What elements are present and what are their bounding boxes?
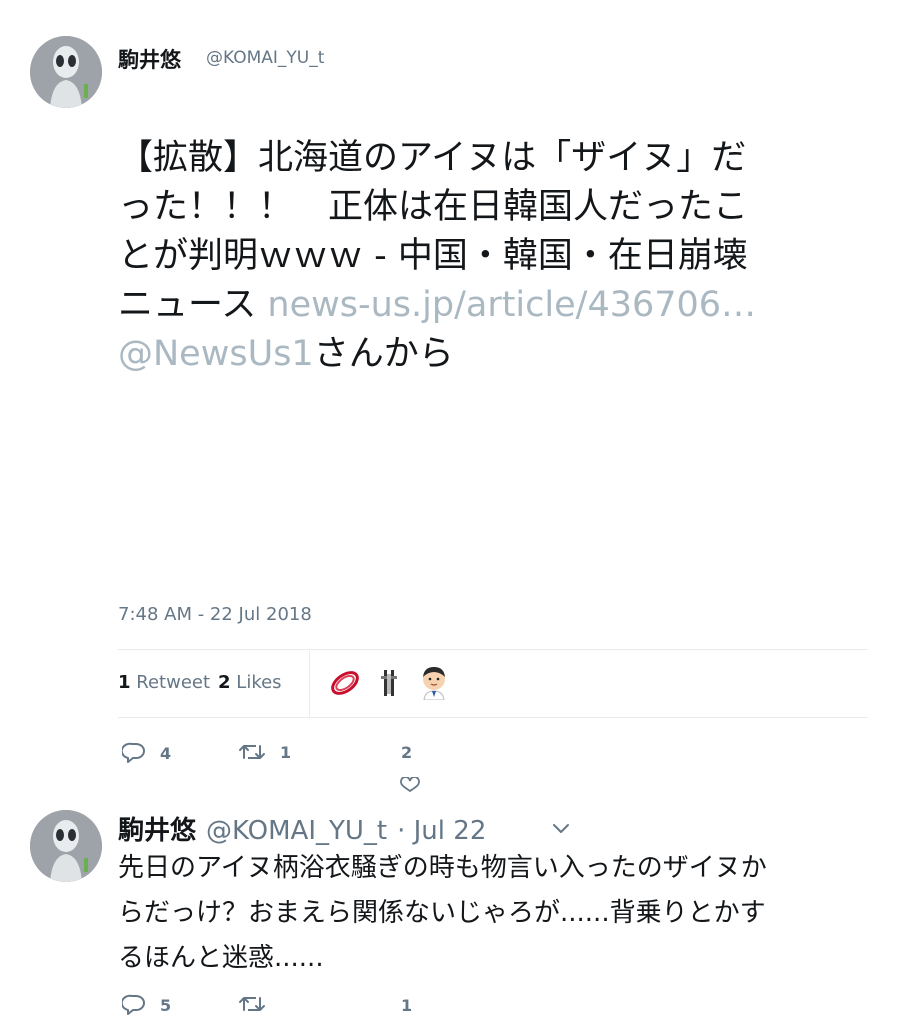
like-count[interactable]: 1	[401, 996, 412, 1015]
liker-avatar[interactable]	[372, 666, 406, 700]
retweet-icon	[239, 745, 265, 759]
author-name[interactable]: 駒井悠	[118, 44, 181, 74]
tweet-text-line: った！！！ 正体は在日韓国人だったこ	[118, 187, 749, 227]
stats-separator	[309, 651, 310, 717]
liker-avatar[interactable]	[328, 666, 362, 700]
retweet-button[interactable]	[238, 994, 266, 1014]
tweet-text: 【拡散】北海道のアイヌは「ザイヌ」だ った！！！ 正体は在日韓国人だったこ とが…	[118, 134, 756, 379]
reply-icon	[122, 742, 145, 763]
reply-author-avatar[interactable]	[30, 810, 102, 882]
tweet-text-line: 先日のアイヌ柄浴衣騒ぎの時も物言い入ったのザイヌか	[118, 853, 767, 883]
ring-logo-image	[331, 671, 359, 695]
like-stat[interactable]: 2 Likes	[218, 672, 282, 693]
figure-avatar-image	[372, 666, 406, 700]
reply-count: 5	[160, 995, 172, 1015]
tweet-text-line: ニュース news-us.jp/article/436706…	[118, 281, 756, 330]
tweet-text-segment: さんから	[313, 334, 454, 374]
reply-button[interactable]: 4	[122, 742, 171, 764]
reply-author-handle[interactable]: @KOMAI_YU_t	[206, 816, 387, 846]
reply-header: 駒井悠 @KOMAI_YU_t · Jul 22	[118, 810, 486, 847]
alien-avatar-image	[30, 810, 102, 882]
divider	[118, 717, 868, 718]
engagement-stats: 1 Retweet 2 Likes	[118, 672, 282, 693]
alien-avatar-image	[30, 36, 102, 108]
author-avatar[interactable]	[30, 36, 102, 108]
reply-date[interactable]: · Jul 22	[397, 816, 486, 846]
article-link[interactable]: news-us.jp/article/436706…	[267, 285, 756, 325]
tweet-text-line: るほんと迷惑......	[118, 943, 324, 973]
tweet-text-line: @NewsUs1さんから	[118, 330, 756, 379]
like-button[interactable]: 2	[394, 743, 428, 799]
tweet-timestamp[interactable]: 7:48 AM - 22 Jul 2018	[118, 604, 312, 625]
retweet-label: Retweet	[136, 672, 211, 693]
retweet-icon	[239, 997, 265, 1011]
author-handle[interactable]: @KOMAI_YU_t	[206, 48, 324, 68]
tweet-text-line: とが判明ｗｗｗ - 中国・韓国・在日崩壊	[118, 236, 748, 276]
like-label: Likes	[236, 672, 282, 693]
liker-avatar[interactable]	[416, 664, 452, 701]
cartoon-man-image	[423, 667, 445, 701]
reply-button[interactable]: 5	[122, 994, 171, 1016]
reply-count: 4	[160, 743, 172, 763]
reply-icon	[122, 994, 145, 1015]
retweet-stat[interactable]: 1 Retweet	[118, 672, 210, 693]
heart-icon	[400, 777, 420, 793]
tweet-text-line: 【拡散】北海道のアイヌは「ザイヌ」だ	[118, 138, 747, 178]
mention-link[interactable]: @NewsUs1	[118, 334, 314, 374]
like-action-count: 2	[401, 743, 413, 762]
tweet-text-line: らだっけ？おまえら関係ないじゃろが......背乗りとかす	[118, 898, 766, 928]
reply-tweet-text: 先日のアイヌ柄浴衣騒ぎの時も物言い入ったのザイヌか らだっけ？おまえら関係ないじ…	[118, 846, 767, 981]
like-count: 2	[218, 672, 231, 693]
tweet-menu-button[interactable]	[550, 820, 572, 839]
retweet-action-count: 1	[280, 742, 292, 762]
reply-author-name[interactable]: 駒井悠	[118, 810, 196, 847]
tweet-text-segment: ニュース	[118, 285, 268, 325]
chevron-down-icon	[553, 824, 569, 833]
retweet-count: 1	[118, 672, 131, 693]
divider	[118, 649, 868, 650]
retweet-button[interactable]: 1	[238, 742, 291, 762]
